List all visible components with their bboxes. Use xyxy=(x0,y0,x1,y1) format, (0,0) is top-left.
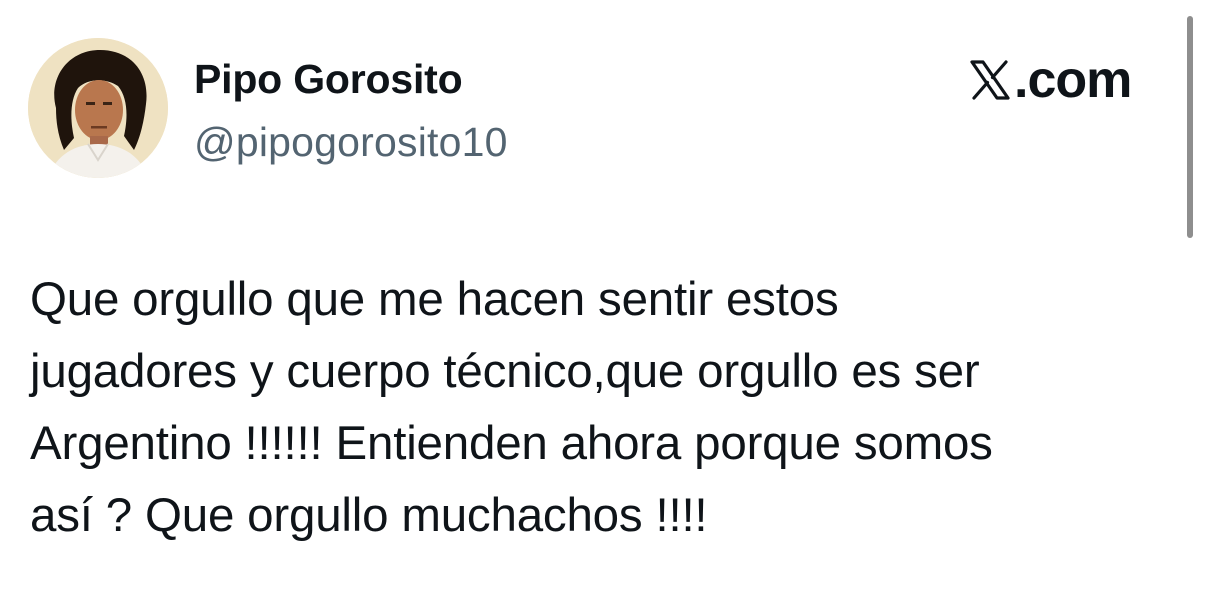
tweet-card: Pipo Gorosito @pipogorosito10 .com Que o… xyxy=(0,0,1206,591)
display-name[interactable]: Pipo Gorosito xyxy=(194,56,463,103)
avatar-photo-icon xyxy=(28,38,168,178)
tweet-text: Que orgullo que me hacen sentir estos ju… xyxy=(30,273,993,542)
scrollbar-thumb[interactable] xyxy=(1187,16,1193,238)
site-badge[interactable]: .com xyxy=(968,51,1132,109)
x-logo-icon xyxy=(968,58,1012,102)
user-handle[interactable]: @pipogorosito10 xyxy=(194,119,508,166)
site-domain-label: .com xyxy=(1014,51,1132,109)
avatar[interactable] xyxy=(28,38,168,178)
